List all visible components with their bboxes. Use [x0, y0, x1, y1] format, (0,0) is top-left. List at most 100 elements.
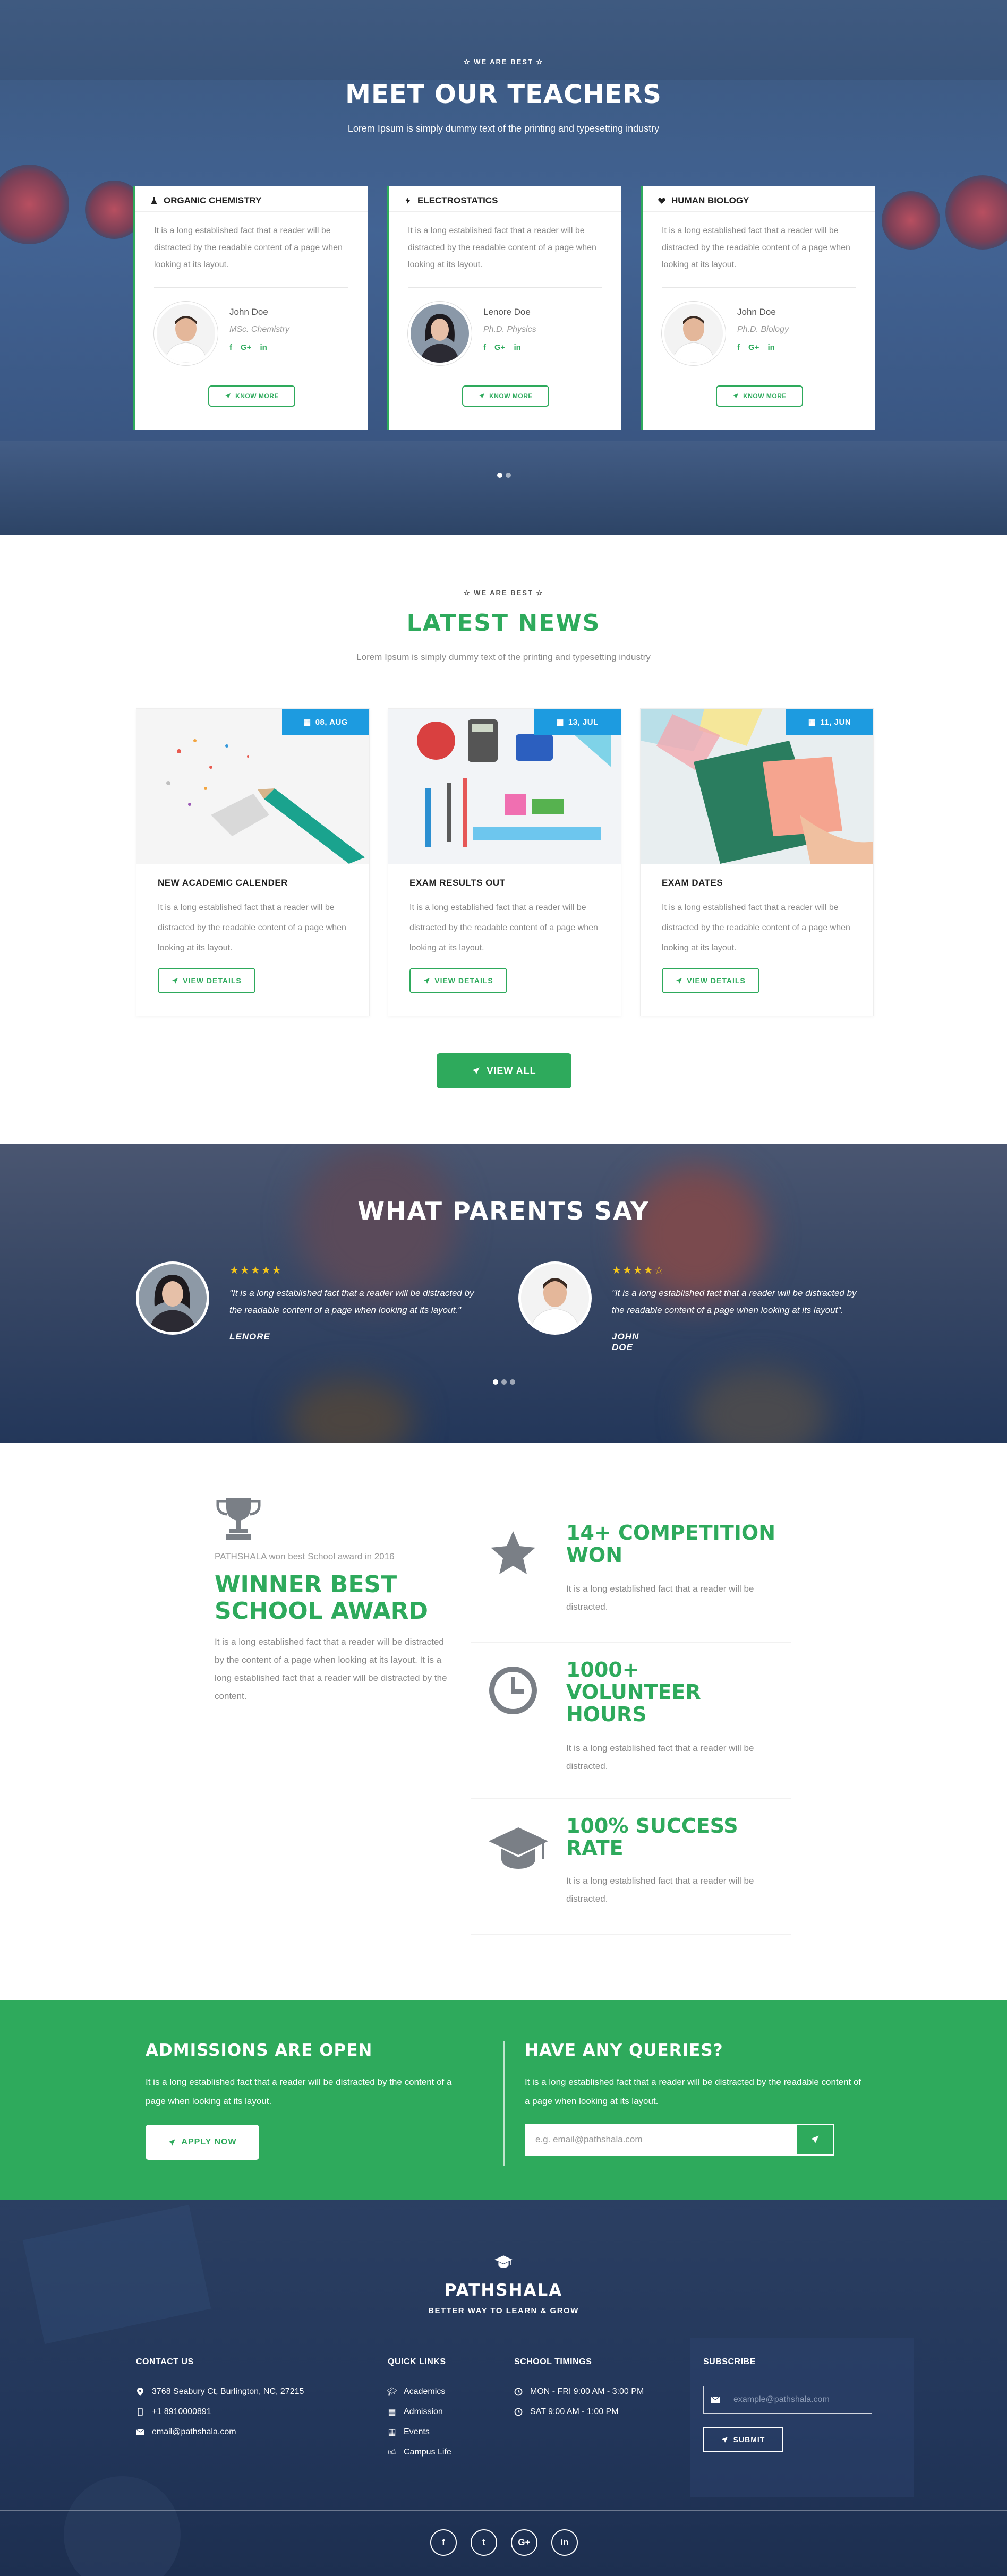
- news-card: ▦ 11, JUN EXAM DATES It is a long establi…: [640, 708, 874, 1016]
- teacher-social: f G+ in: [737, 343, 775, 352]
- apply-now-button[interactable]: APPLY NOW: [146, 2125, 259, 2160]
- view-details-button[interactable]: VIEW DETAILS: [158, 968, 255, 993]
- teacher-social: f G+ in: [483, 343, 521, 352]
- stat-number: 100% SUCCESS RATE: [566, 1814, 738, 1860]
- news-title[interactable]: NEW ACADEMIC CALENDER: [136, 864, 369, 888]
- google-plus-icon[interactable]: G+: [241, 343, 251, 352]
- clock-icon: [487, 1664, 540, 1717]
- facebook-icon[interactable]: f: [737, 343, 740, 352]
- google-plus-icon[interactable]: G+: [511, 2529, 537, 2556]
- footer-link[interactable]: 🎓︎ Academics: [387, 2382, 451, 2402]
- footer-link[interactable]: 👍︎ Campus Life: [388, 2442, 451, 2462]
- carousel-dot[interactable]: [501, 1379, 507, 1385]
- teacher-description: It is a long established fact that a rea…: [154, 226, 343, 269]
- google-plus-icon[interactable]: G+: [748, 343, 759, 352]
- subscribe-email-input[interactable]: example@pathshala.com: [703, 2386, 872, 2414]
- clock-icon: [514, 2388, 523, 2396]
- view-details-button[interactable]: VIEW DETAILS: [409, 968, 507, 993]
- carousel-dot[interactable]: [510, 1379, 515, 1385]
- avatar: [136, 1261, 209, 1335]
- stat-number: 1000+ VOLUNTEER HOURS: [566, 1658, 701, 1726]
- linkedin-icon[interactable]: in: [260, 343, 267, 352]
- know-more-button[interactable]: KNOW MORE: [462, 385, 549, 407]
- query-description: It is a long established fact that a rea…: [525, 2077, 861, 2106]
- teacher-name: John Doe: [229, 307, 268, 317]
- teacher-card: HUMAN BIOLOGY It is a long established f…: [641, 186, 875, 430]
- background-bottom: [0, 441, 1007, 535]
- paper-plane-icon: [168, 2139, 176, 2146]
- paper-plane-icon: [732, 393, 739, 399]
- paper-plane-icon: [423, 977, 430, 984]
- footer-heading: QUICK LINKS: [388, 2357, 446, 2366]
- news-description: It is a long established fact that a rea…: [158, 903, 346, 952]
- footer-address: 3768 Seabury Ct, Burlington, NC, 27215: [152, 2387, 304, 2396]
- carousel-dots[interactable]: [497, 473, 511, 478]
- footer-link[interactable]: ▦ Events: [388, 2422, 451, 2442]
- news-image: ▦ 13, JUL: [388, 709, 621, 864]
- carousel-dot[interactable]: [493, 1379, 498, 1385]
- google-plus-icon[interactable]: G+: [494, 343, 505, 352]
- twitter-icon[interactable]: t: [471, 2529, 497, 2556]
- paper-plane-icon: [225, 393, 231, 399]
- subscribe-submit-button[interactable]: SUBMIT: [703, 2427, 783, 2452]
- footer-timings: SCHOOL TIMINGS MON - FRI 9:00 AM - 3:00 …: [514, 2357, 644, 2416]
- carousel-dots[interactable]: [493, 1379, 515, 1385]
- star-icon: [487, 1527, 540, 1580]
- calendar-icon: ▦: [808, 718, 816, 727]
- teacher-card-header: ELECTROSTATICS: [389, 186, 621, 212]
- stat-item: 1000+ VOLUNTEER HOURS It is a long estab…: [471, 1659, 791, 1799]
- query-title: HAVE ANY QUERIES?: [525, 2041, 723, 2060]
- view-all-button[interactable]: VIEW ALL: [437, 1053, 571, 1088]
- linkedin-icon[interactable]: in: [767, 343, 774, 352]
- query-email-input[interactable]: e.g. email@pathshala.com: [525, 2124, 796, 2156]
- testimonial-quote: "It is a long established fact that a re…: [612, 1288, 857, 1315]
- know-more-button[interactable]: KNOW MORE: [716, 385, 803, 407]
- footer-heading: CONTACT US: [136, 2357, 194, 2366]
- stat-item: 14+ COMPETITION WON It is a long establi…: [471, 1522, 791, 1643]
- teacher-card: ORGANIC CHEMISTRY It is a long establish…: [133, 186, 368, 430]
- thumbs-up-icon: 👍︎: [387, 2448, 397, 2457]
- id-card-icon: ▤: [388, 2408, 396, 2417]
- teacher-description: It is a long established fact that a rea…: [408, 226, 596, 269]
- linkedin-icon[interactable]: in: [514, 343, 520, 352]
- view-details-button[interactable]: VIEW DETAILS: [662, 968, 759, 993]
- calendar-icon: ▦: [303, 718, 311, 727]
- carousel-dot[interactable]: [506, 473, 511, 478]
- carousel-dot[interactable]: [497, 473, 502, 478]
- teacher-card-header: ORGANIC CHEMISTRY: [135, 186, 368, 212]
- facebook-icon[interactable]: f: [430, 2529, 457, 2556]
- divider: [504, 2041, 505, 2166]
- news-image: ▦ 08, AUG: [136, 709, 369, 864]
- section-eyebrow: ☆ WE ARE BEST ☆: [463, 58, 544, 66]
- footer-link[interactable]: ▤ Admission: [388, 2402, 451, 2422]
- teacher-name: Lenore Doe: [483, 307, 531, 317]
- footer-brand[interactable]: PATHSHALA: [0, 2281, 1007, 2300]
- facebook-icon[interactable]: f: [483, 343, 486, 352]
- teacher-subject: ELECTROSTATICS: [417, 195, 498, 205]
- phone-icon: [136, 2408, 144, 2416]
- trophy-icon: [215, 1496, 448, 1541]
- query-send-button[interactable]: [796, 2124, 834, 2156]
- award-description: It is a long established fact that a rea…: [215, 1637, 447, 1701]
- news-title[interactable]: EXAM RESULTS OUT: [388, 864, 621, 888]
- award-intro: PATHSHALA won best School award in 2016 …: [215, 1496, 448, 1705]
- award-title: WINNER BEST SCHOOL AWARD: [215, 1571, 429, 1625]
- footer-phone[interactable]: +1 8910000891: [152, 2407, 211, 2417]
- graduation-cap-icon: [494, 2253, 513, 2269]
- footer-subscribe: SUBSCRIBE: [703, 2357, 756, 2382]
- bus-lamp: [882, 191, 940, 250]
- footer-email[interactable]: email@pathshala.com: [152, 2427, 236, 2437]
- linkedin-icon[interactable]: in: [551, 2529, 578, 2556]
- admission-section: ADMISSIONS ARE OPEN It is a long establi…: [0, 2000, 1007, 2200]
- facebook-icon[interactable]: f: [229, 343, 232, 352]
- paper-plane-icon: [721, 2436, 728, 2443]
- footer-quick-links: QUICK LINKS 🎓︎ Academics ▤ Admission ▦ Even…: [387, 2357, 451, 2462]
- footer: PATHSHALA BETTER WAY TO LEARN & GROW CON…: [0, 2200, 1007, 2576]
- know-more-button[interactable]: KNOW MORE: [208, 385, 295, 407]
- heartbeat-icon: [658, 196, 666, 205]
- paper-plane-icon: [172, 977, 178, 984]
- avatar: [662, 302, 726, 365]
- news-title[interactable]: EXAM DATES: [641, 864, 873, 888]
- admission-description: It is a long established fact that a rea…: [146, 2077, 452, 2106]
- date-badge: ▦ 13, JUL: [534, 709, 621, 735]
